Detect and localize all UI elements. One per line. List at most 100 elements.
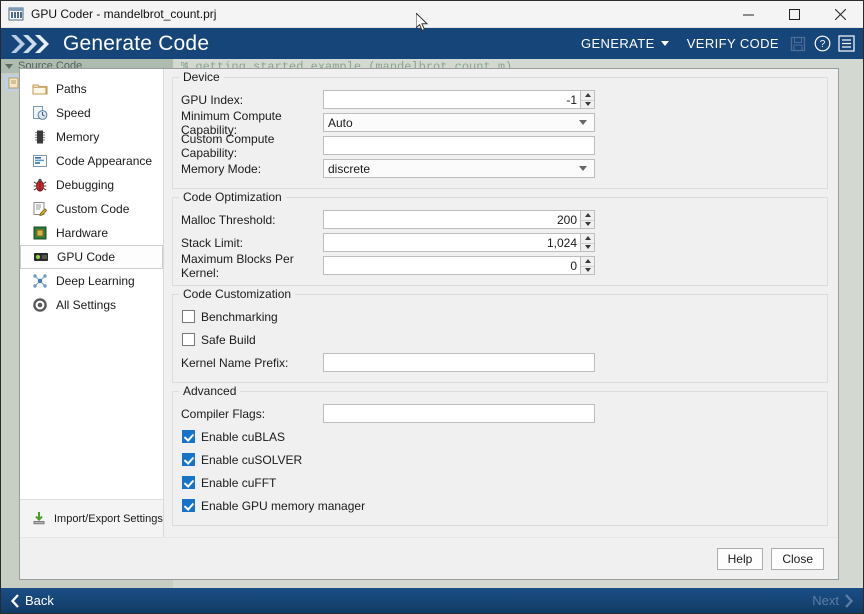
maximize-button[interactable] [771,1,817,27]
settings-dialog: Paths Speed Memory Code Appearance Debug… [19,68,839,580]
memory-mode-value: discrete [328,161,371,176]
close-button[interactable]: Close [771,547,824,570]
gear-icon [32,297,48,313]
benchmarking-label: Benchmarking [201,309,278,324]
sidebar-item-label: Paths [56,82,87,96]
chevron-right-icon [845,593,853,608]
stepper-down[interactable] [581,219,594,228]
gpu-index-stepper[interactable] [581,90,595,109]
sidebar-item-label: Hardware [56,226,109,240]
memory-mode-select[interactable]: discrete [323,159,595,178]
kernel-name-prefix-input[interactable] [323,353,595,372]
stepper-down[interactable] [581,99,594,108]
back-label: Back [25,593,54,608]
neural-net-icon [32,273,48,289]
malloc-threshold-label: Malloc Threshold: [181,212,276,227]
gpu-card-icon [33,249,49,265]
app-header: Generate Code GENERATE VERIFY CODE ? [1,28,863,59]
malloc-threshold-stepper[interactable] [581,210,595,229]
chevron-left-icon [11,593,19,608]
enable-cufft-label: Enable cuFFT [201,475,277,490]
safe-build-checkbox[interactable] [182,333,195,346]
sidebar-item-speed[interactable]: Speed [20,101,163,125]
enable-cufft-checkbox[interactable] [182,476,195,489]
min-compute-capability-select[interactable]: Auto [323,113,595,132]
sidebar-item-hardware[interactable]: Hardware [20,221,163,245]
enable-cublas-row[interactable]: Enable cuBLAS [181,425,817,448]
stepper-up[interactable] [581,257,594,266]
triangle-collapse-icon [5,63,13,69]
sidebar-item-label: Code Appearance [56,154,153,168]
stepper-down[interactable] [581,265,594,274]
verify-code-label: VERIFY CODE [686,36,779,51]
code-optimization-panel: Code Optimization Malloc Threshold: 200 … [172,190,828,286]
code-optimization-panel-title: Code Optimization [179,190,286,204]
stepper-up[interactable] [581,211,594,220]
chevrons-icon [1,28,55,59]
title-bar: GPU Coder - mandelbrot_count.prj [1,1,863,28]
enable-gpu-memory-manager-checkbox[interactable] [182,499,195,512]
close-button[interactable] [817,1,863,27]
sidebar-item-label: Custom Code [56,202,130,216]
speed-icon [32,105,48,121]
sidebar-item-debugging[interactable]: Debugging [20,173,163,197]
window-title: GPU Coder - mandelbrot_count.prj [31,7,217,21]
memory-mode-label: Memory Mode: [181,161,262,176]
max-blocks-per-kernel-input[interactable]: 0 [323,256,581,275]
custom-compute-capability-input[interactable] [323,136,595,155]
arrow-down-icon [584,245,591,250]
benchmarking-checkbox[interactable] [182,310,195,323]
settings-body: Paths Speed Memory Code Appearance Debug… [20,69,838,537]
stepper-up[interactable] [581,91,594,100]
header-icon-group: ? [788,33,863,54]
hardware-chip-icon [32,225,48,241]
enable-cublas-checkbox[interactable] [182,430,195,443]
sidebar-item-memory[interactable]: Memory [20,125,163,149]
generate-menu-button[interactable]: GENERATE [572,28,678,59]
max-blocks-per-kernel-stepper[interactable] [581,256,595,275]
sidebar-item-custom-code[interactable]: Custom Code [20,197,163,221]
chevron-down-icon [579,166,587,171]
back-button[interactable]: Back [11,593,54,608]
stepper-up[interactable] [581,234,594,243]
code-customization-panel-title: Code Customization [179,287,296,301]
stack-limit-stepper[interactable] [581,233,595,252]
sidebar-item-paths[interactable]: Paths [20,77,163,101]
stack-limit-input[interactable]: 1,024 [323,233,581,252]
enable-cusolver-row[interactable]: Enable cuSOLVER [181,448,817,471]
save-icon[interactable] [788,33,808,54]
gpu-index-input[interactable]: -1 [323,90,581,109]
help-icon[interactable]: ? [812,33,832,54]
compiler-flags-input[interactable] [323,404,595,423]
sidebar-item-deep-learning[interactable]: Deep Learning [20,269,163,293]
settings-category-list: Paths Speed Memory Code Appearance Debug… [20,69,163,499]
code-appearance-icon [32,153,48,169]
help-button[interactable]: Help [716,547,764,570]
enable-cusolver-checkbox[interactable] [182,453,195,466]
settings-content: Device GPU Index: -1 Minimum Compute Cap… [164,69,838,537]
menu-icon[interactable] [836,33,856,54]
import-export-label: Import/Export Settings [54,512,163,525]
benchmarking-row[interactable]: Benchmarking [181,305,817,328]
malloc-threshold-input[interactable]: 200 [323,210,581,229]
device-panel: Device GPU Index: -1 Minimum Compute Cap… [172,70,828,189]
minimize-button[interactable] [725,1,771,27]
import-export-settings-button[interactable]: Import/Export Settings [20,499,163,537]
safe-build-row[interactable]: Safe Build [181,328,817,351]
dialog-footer: Help Close [20,537,838,579]
sidebar-item-code-appearance[interactable]: Code Appearance [20,149,163,173]
bottom-navigation-bar: Back Next [1,588,863,613]
enable-cufft-row[interactable]: Enable cuFFT [181,471,817,494]
arrow-down-icon [584,102,591,107]
import-export-icon [32,511,48,527]
verify-code-button[interactable]: VERIFY CODE [678,28,788,59]
max-blocks-per-kernel-row: Maximum Blocks Per Kernel: 0 [181,252,817,280]
gpu-index-label: GPU Index: [181,92,244,107]
sidebar-item-all-settings[interactable]: All Settings [20,293,163,317]
enable-gpu-memory-manager-row[interactable]: Enable GPU memory manager [181,494,817,517]
next-button[interactable]: Next [812,593,853,608]
sidebar-item-gpu-code[interactable]: GPU Code [20,245,163,269]
sidebar-item-label: Debugging [56,178,115,192]
sidebar-item-label: GPU Code [57,250,116,264]
stepper-down[interactable] [581,242,594,251]
